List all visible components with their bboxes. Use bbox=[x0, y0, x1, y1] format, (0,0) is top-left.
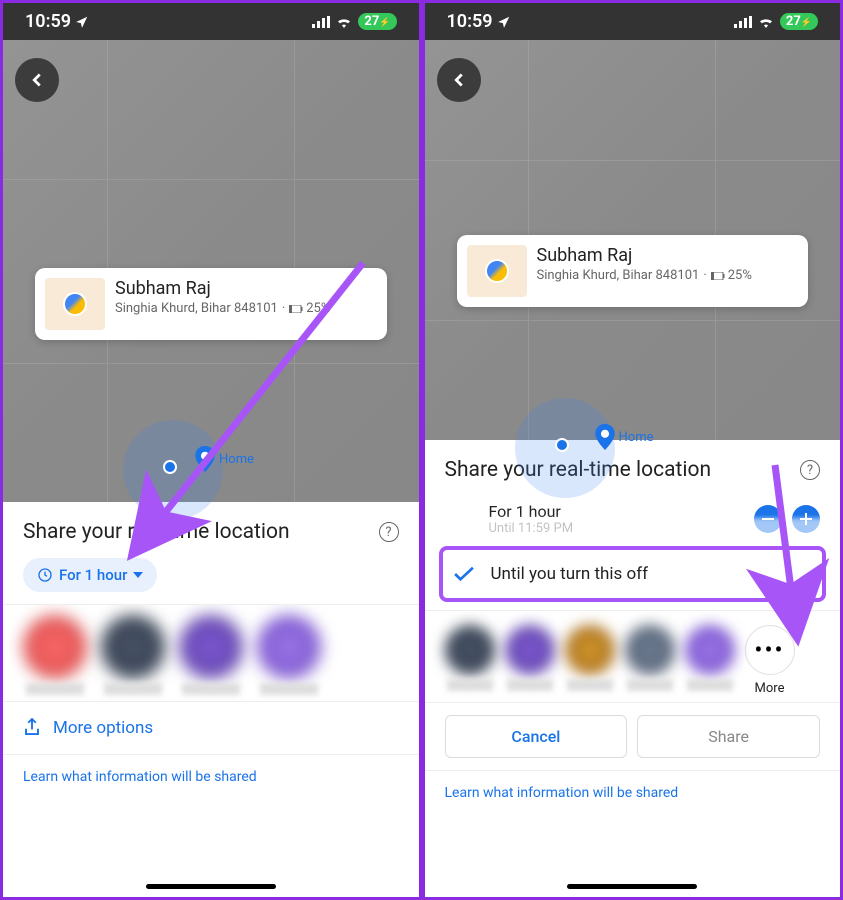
home-indicator[interactable] bbox=[567, 884, 697, 889]
back-button[interactable] bbox=[437, 58, 481, 102]
help-button[interactable]: ? bbox=[800, 460, 820, 480]
more-label: More bbox=[755, 681, 785, 696]
contact-item[interactable] bbox=[23, 615, 87, 695]
more-contacts-button[interactable]: ••• More bbox=[745, 625, 795, 696]
learn-more-link[interactable]: Learn what information will be shared bbox=[425, 770, 841, 815]
chevron-left-icon bbox=[448, 69, 470, 91]
help-button[interactable]: ? bbox=[379, 522, 399, 542]
dropdown-arrow-icon bbox=[133, 572, 143, 578]
map-background: Subham Raj Singhia Khurd, Bihar 848101 ·… bbox=[3, 40, 419, 502]
location-info-card[interactable]: Subham Raj Singhia Khurd, Bihar 848101 ·… bbox=[457, 235, 809, 307]
wifi-icon bbox=[758, 16, 774, 28]
contact-item[interactable] bbox=[445, 625, 495, 696]
map-background: Subham Raj Singhia Khurd, Bihar 848101 ·… bbox=[425, 40, 841, 440]
pin-icon bbox=[195, 446, 215, 472]
sheet-title: Share your real-time location bbox=[23, 520, 290, 544]
contact-item[interactable] bbox=[505, 625, 555, 696]
cancel-button[interactable]: Cancel bbox=[445, 715, 628, 758]
option-text: Until you turn this off bbox=[491, 564, 649, 584]
home-pin[interactable]: Home bbox=[595, 424, 654, 450]
status-time: 10:59 bbox=[25, 11, 71, 32]
card-name: Subham Raj bbox=[115, 278, 377, 299]
card-address-line: Singhia Khurd, Bihar 848101 · 25% bbox=[537, 268, 799, 283]
status-bar: 10:59 27⚡ bbox=[3, 3, 419, 40]
user-avatar-icon bbox=[485, 259, 509, 283]
signal-icon bbox=[312, 16, 330, 28]
home-pin-label: Home bbox=[619, 430, 654, 445]
battery-indicator: 27⚡ bbox=[780, 13, 818, 30]
share-bottom-sheet: Share your real-time location ? For 1 ho… bbox=[3, 502, 419, 799]
share-button[interactable]: Share bbox=[637, 715, 820, 758]
share-icon bbox=[23, 718, 41, 738]
location-info-card[interactable]: Subham Raj Singhia Khurd, Bihar 848101 ·… bbox=[35, 268, 387, 340]
contact-item[interactable] bbox=[257, 615, 321, 695]
contacts-list: ••• More bbox=[425, 610, 841, 702]
home-indicator[interactable] bbox=[146, 884, 276, 889]
contact-item[interactable] bbox=[685, 625, 735, 696]
contact-item[interactable] bbox=[625, 625, 675, 696]
card-address-line: Singhia Khurd, Bihar 848101 · 25% bbox=[115, 301, 377, 316]
learn-more-link[interactable]: Learn what information will be shared bbox=[3, 754, 419, 799]
status-bar: 10:59 27⚡ bbox=[425, 3, 841, 40]
share-bottom-sheet: Share your real-time location ? For 1 ho… bbox=[425, 440, 841, 815]
current-location-marker bbox=[555, 438, 569, 452]
duration-chip[interactable]: For 1 hour bbox=[23, 558, 157, 592]
user-avatar-icon bbox=[63, 292, 87, 316]
more-options-button[interactable]: More options bbox=[3, 701, 419, 754]
battery-icon bbox=[711, 272, 725, 280]
battery-icon bbox=[289, 305, 303, 313]
battery-indicator: 27⚡ bbox=[358, 13, 396, 30]
home-pin[interactable]: Home bbox=[195, 446, 254, 472]
phone-screenshot-left: 10:59 27⚡ Subham Raj S bbox=[0, 0, 422, 900]
contacts-list bbox=[3, 604, 419, 701]
home-pin-label: Home bbox=[219, 452, 254, 467]
check-icon bbox=[453, 566, 475, 582]
contact-item[interactable] bbox=[565, 625, 615, 696]
status-time: 10:59 bbox=[447, 11, 493, 32]
chevron-left-icon bbox=[26, 69, 48, 91]
signal-icon bbox=[734, 16, 752, 28]
duration-option-1hour[interactable]: For 1 hour Until 11:59 PM bbox=[425, 496, 841, 542]
location-arrow-icon bbox=[497, 15, 511, 29]
more-circle: ••• bbox=[745, 625, 795, 675]
current-location-marker bbox=[163, 460, 177, 474]
wifi-icon bbox=[336, 16, 352, 28]
clock-icon bbox=[37, 567, 53, 583]
card-map-thumbnail bbox=[467, 245, 527, 297]
card-map-thumbnail bbox=[45, 278, 105, 330]
phone-screenshot-right: 10:59 27⚡ Subham Raj S bbox=[422, 0, 843, 900]
card-name: Subham Raj bbox=[537, 245, 799, 266]
location-arrow-icon bbox=[75, 15, 89, 29]
duration-option-until-off[interactable]: Until you turn this off bbox=[439, 546, 827, 602]
contact-item[interactable] bbox=[179, 615, 243, 695]
back-button[interactable] bbox=[15, 58, 59, 102]
pin-icon bbox=[595, 424, 615, 450]
contact-item[interactable] bbox=[101, 615, 165, 695]
